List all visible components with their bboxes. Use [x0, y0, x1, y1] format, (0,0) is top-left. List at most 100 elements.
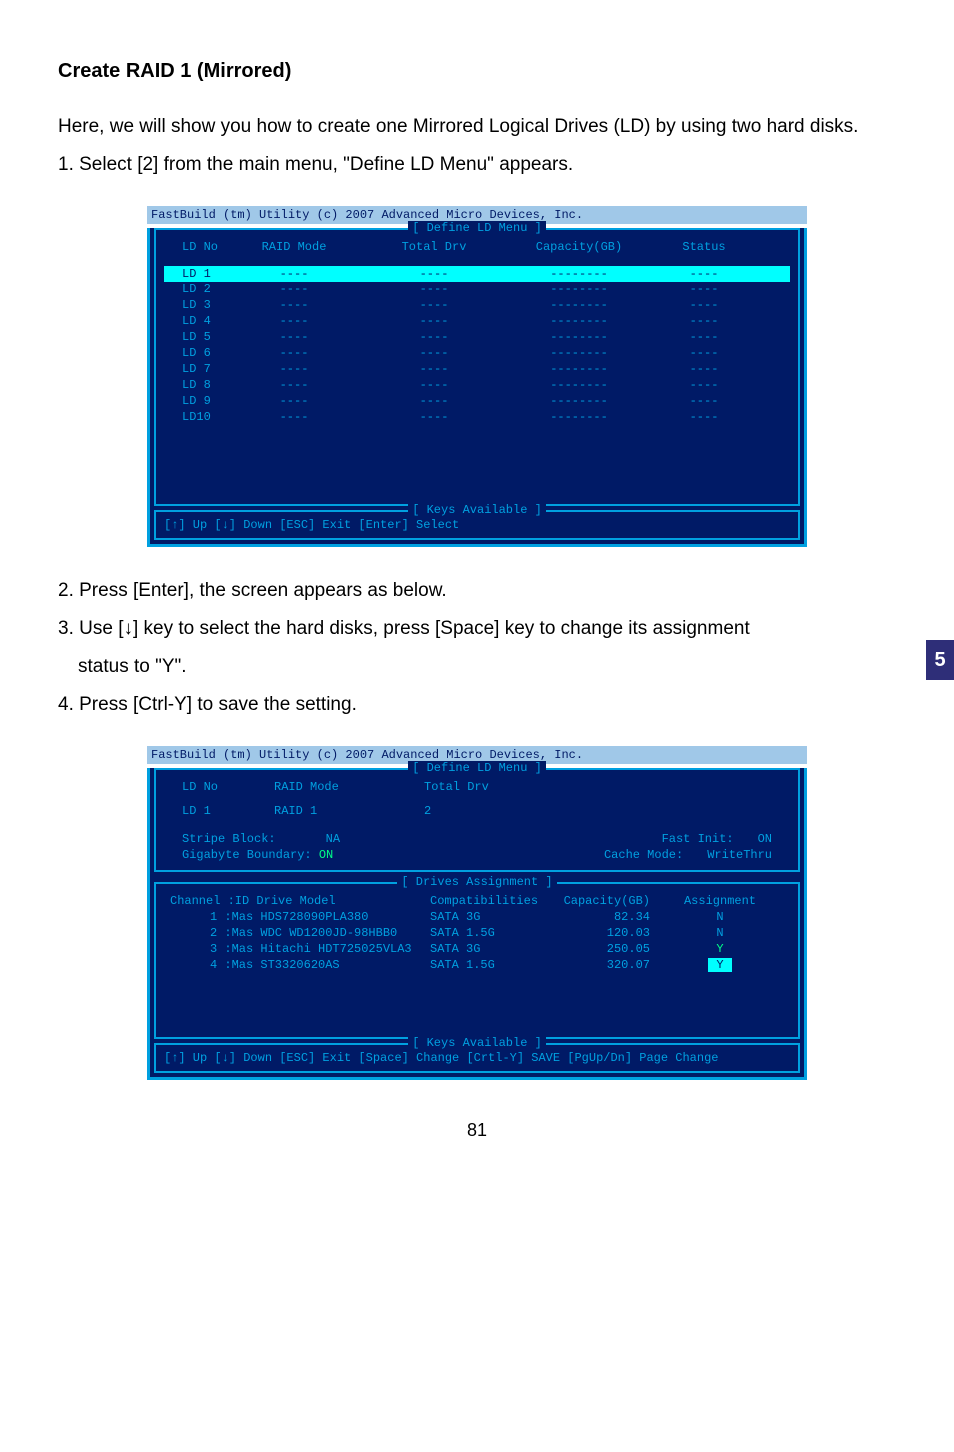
ld-cell-ld: LD 1	[164, 267, 224, 281]
stripe-block-value: NA	[326, 832, 340, 846]
drive-row[interactable]: 3 :Mas Hitachi HDT725025VLA3SATA 3G250.0…	[164, 942, 790, 956]
header-total-drv: Total Drv	[414, 780, 554, 794]
ld-cell-raid: ----	[224, 362, 364, 376]
ld-row[interactable]: LD 9--------------------	[164, 394, 790, 408]
drive-compat: SATA 3G	[430, 910, 560, 924]
drive-compat: SATA 3G	[430, 942, 560, 956]
cache-mode-label: Cache Mode:	[604, 848, 683, 862]
drive-model: 1 :Mas HDS728090PLA380	[170, 910, 430, 924]
step-3-line1: 3. Use [↓] key to select the hard disks,…	[58, 613, 896, 645]
ld-row[interactable]: LD10--------------------	[164, 410, 790, 424]
ld-cell-status: ----	[654, 267, 754, 281]
drives-box-title: [ Drives Assignment ]	[397, 875, 556, 889]
ld-cell-cap: --------	[504, 378, 654, 392]
header-channel-model: Channel :ID Drive Model	[170, 894, 430, 908]
drive-capacity: 82.34	[560, 910, 670, 924]
page-number: 81	[58, 1120, 896, 1141]
ld-cell-raid: ----	[224, 314, 364, 328]
bios-screen-drives-assignment: FastBuild (tm) Utility (c) 2007 Advanced…	[147, 746, 807, 1080]
keys-title: [ Keys Available ]	[408, 503, 546, 517]
ld-cell-total: ----	[364, 394, 504, 408]
ld-cell-raid: ----	[224, 410, 364, 424]
chapter-tab: 5	[926, 640, 954, 680]
ld-row-total: 2	[414, 804, 554, 818]
ld-cell-total: ----	[364, 314, 504, 328]
drive-capacity: 250.05	[560, 942, 670, 956]
drive-model: 2 :Mas WDC WD1200JD-98HBB0	[170, 926, 430, 940]
ld-cell-cap: --------	[504, 346, 654, 360]
ld-cell-total: ----	[364, 267, 504, 281]
drive-row[interactable]: 2 :Mas WDC WD1200JD-98HBB0SATA 1.5G120.0…	[164, 926, 790, 940]
cache-mode-value: WriteThru	[707, 848, 772, 862]
ld-row[interactable]: LD 6--------------------	[164, 346, 790, 360]
ld-cell-raid: ----	[224, 282, 364, 296]
ld-cell-total: ----	[364, 298, 504, 312]
bios-box-title: [ Define LD Menu ]	[408, 221, 546, 235]
ld-cell-status: ----	[654, 298, 754, 312]
ld-cell-total: ----	[364, 410, 504, 424]
intro-paragraph: Here, we will show you how to create one…	[58, 111, 896, 143]
header-compatibilities: Compatibilities	[430, 894, 560, 908]
ld-cell-status: ----	[654, 314, 754, 328]
ld-cell-ld: LD 9	[164, 394, 224, 408]
ld-cell-cap: --------	[504, 267, 654, 281]
header-capacity: Capacity(GB)	[504, 240, 654, 254]
ld-cell-total: ----	[364, 362, 504, 376]
gigabyte-boundary-value: ON	[319, 848, 333, 862]
drive-row[interactable]: 1 :Mas HDS728090PLA380SATA 3G82.34N	[164, 910, 790, 924]
ld-row[interactable]: LD 1--------------------	[164, 266, 790, 282]
drive-compat: SATA 1.5G	[430, 926, 560, 940]
keys-footer: [↑] Up [↓] Down [ESC] Exit [Enter] Selec…	[164, 518, 790, 532]
drive-row[interactable]: 4 :Mas ST3320620ASSATA 1.5G320.07Y	[164, 958, 790, 972]
ld-row[interactable]: LD 3--------------------	[164, 298, 790, 312]
ld-cell-cap: --------	[504, 394, 654, 408]
bios-box-title: [ Define LD Menu ]	[408, 761, 546, 775]
drive-assignment: N	[670, 910, 770, 924]
ld-cell-cap: --------	[504, 330, 654, 344]
ld-cell-raid: ----	[224, 394, 364, 408]
ld-cell-ld: LD 3	[164, 298, 224, 312]
ld-cell-ld: LD 4	[164, 314, 224, 328]
keys-title: [ Keys Available ]	[408, 1036, 546, 1050]
drive-capacity: 120.03	[560, 926, 670, 940]
ld-cell-ld: LD 6	[164, 346, 224, 360]
stripe-block-label: Stripe Block:	[182, 832, 276, 846]
ld-row[interactable]: LD 8--------------------	[164, 378, 790, 392]
ld-cell-total: ----	[364, 346, 504, 360]
ld-cell-raid: ----	[224, 330, 364, 344]
ld-row[interactable]: LD 4--------------------	[164, 314, 790, 328]
drive-capacity: 320.07	[560, 958, 670, 972]
ld-cell-raid: ----	[224, 298, 364, 312]
drive-compat: SATA 1.5G	[430, 958, 560, 972]
ld-row[interactable]: LD 7--------------------	[164, 362, 790, 376]
ld-cell-raid: ----	[224, 267, 364, 281]
header-ld-no: LD No	[164, 780, 274, 794]
ld-cell-raid: ----	[224, 346, 364, 360]
header-status: Status	[654, 240, 754, 254]
ld-cell-cap: --------	[504, 314, 654, 328]
drive-assignment: Y	[670, 958, 770, 972]
bios-screen-define-ld: FastBuild (tm) Utility (c) 2007 Advanced…	[147, 206, 807, 547]
gigabyte-boundary-label: Gigabyte Boundary:	[182, 848, 312, 862]
ld-cell-status: ----	[654, 282, 754, 296]
ld-cell-ld: LD10	[164, 410, 224, 424]
ld-row[interactable]: LD 5--------------------	[164, 330, 790, 344]
header-raid-mode: RAID Mode	[224, 240, 364, 254]
ld-cell-status: ----	[654, 394, 754, 408]
header-ld-no: LD No	[164, 240, 224, 254]
ld-cell-status: ----	[654, 362, 754, 376]
ld-cell-total: ----	[364, 330, 504, 344]
ld-cell-status: ----	[654, 378, 754, 392]
step-1: 1. Select [2] from the main menu, "Defin…	[58, 149, 896, 181]
step-2: 2. Press [Enter], the screen appears as …	[58, 575, 896, 607]
drive-assignment: N	[670, 926, 770, 940]
header-raid-mode: RAID Mode	[274, 780, 414, 794]
drive-assignment: Y	[670, 942, 770, 956]
ld-row[interactable]: LD 2--------------------	[164, 282, 790, 296]
header-capacity: Capacity(GB)	[560, 894, 670, 908]
ld-cell-raid: ----	[224, 378, 364, 392]
ld-cell-cap: --------	[504, 282, 654, 296]
section-heading: Create RAID 1 (Mirrored)	[58, 60, 896, 83]
ld-cell-cap: --------	[504, 298, 654, 312]
drive-model: 3 :Mas Hitachi HDT725025VLA3	[170, 942, 430, 956]
